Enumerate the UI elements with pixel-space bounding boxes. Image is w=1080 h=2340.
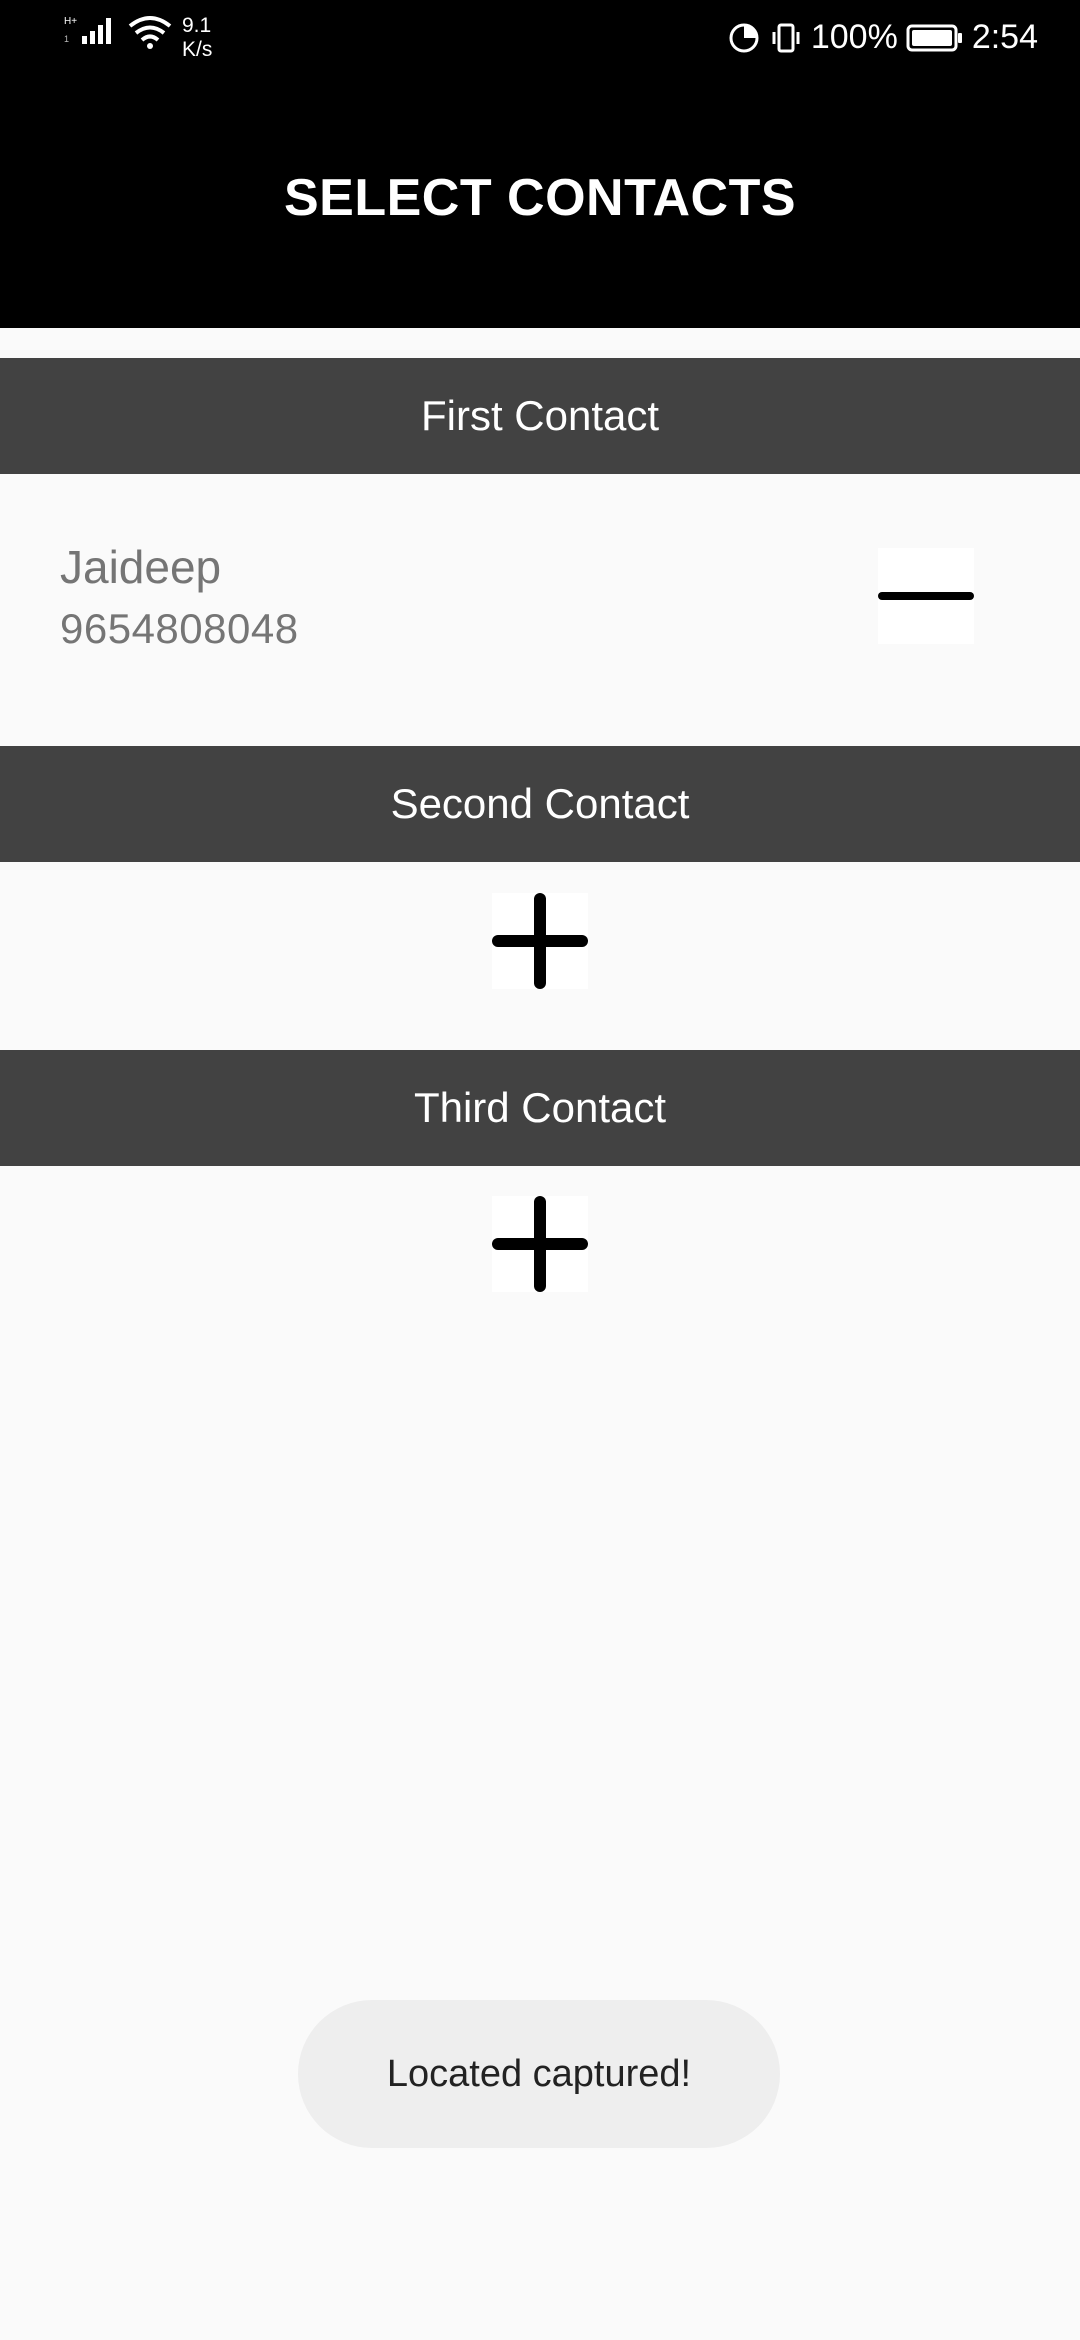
add-third-contact-button[interactable] — [492, 1196, 588, 1292]
toast-message: Located captured! — [298, 2000, 780, 2148]
svg-text:H+: H+ — [64, 16, 77, 27]
signal-icon: H+ 1 — [64, 16, 111, 44]
plus-icon — [492, 893, 588, 989]
status-bar-right: 100% 2:54 — [727, 18, 1038, 57]
minus-icon — [878, 592, 974, 600]
contact-name: Jaideep — [60, 541, 222, 593]
network-speed: 9.1 K/s — [182, 14, 232, 62]
app-bar: H+ 1 9.1 K/s 100% 2:54 SELECT CONTACTS — [0, 0, 1080, 328]
contact-phone: 9654808048 — [60, 605, 299, 652]
screen: H+ 1 9.1 K/s 100% 2:54 SELECT CONTACTS F… — [0, 0, 1080, 2340]
network-speed-value: 9.1 — [182, 14, 212, 37]
section-header-first-contact: First Contact — [0, 358, 1080, 474]
section-header-second-contact: Second Contact — [0, 746, 1080, 862]
data-saver-icon — [729, 23, 759, 52]
page-title: SELECT CONTACTS — [283, 169, 797, 227]
status-bar: H+ 1 9.1 K/s 100% 2:54 — [0, 0, 1080, 76]
svg-text:1: 1 — [64, 34, 69, 44]
section-header-third-contact: Third Contact — [0, 1050, 1080, 1166]
status-bar-left: H+ 1 9.1 K/s — [64, 14, 232, 62]
clock: 2:54 — [971, 18, 1038, 56]
network-speed-unit: K/s — [182, 38, 213, 61]
remove-first-contact-button[interactable] — [878, 548, 974, 644]
battery-percent: 100% — [810, 18, 898, 56]
plus-icon — [492, 1196, 588, 1292]
battery-icon — [906, 24, 962, 51]
vibrate-icon — [772, 23, 800, 52]
wifi-icon — [128, 16, 172, 49]
add-second-contact-button[interactable] — [492, 893, 588, 989]
